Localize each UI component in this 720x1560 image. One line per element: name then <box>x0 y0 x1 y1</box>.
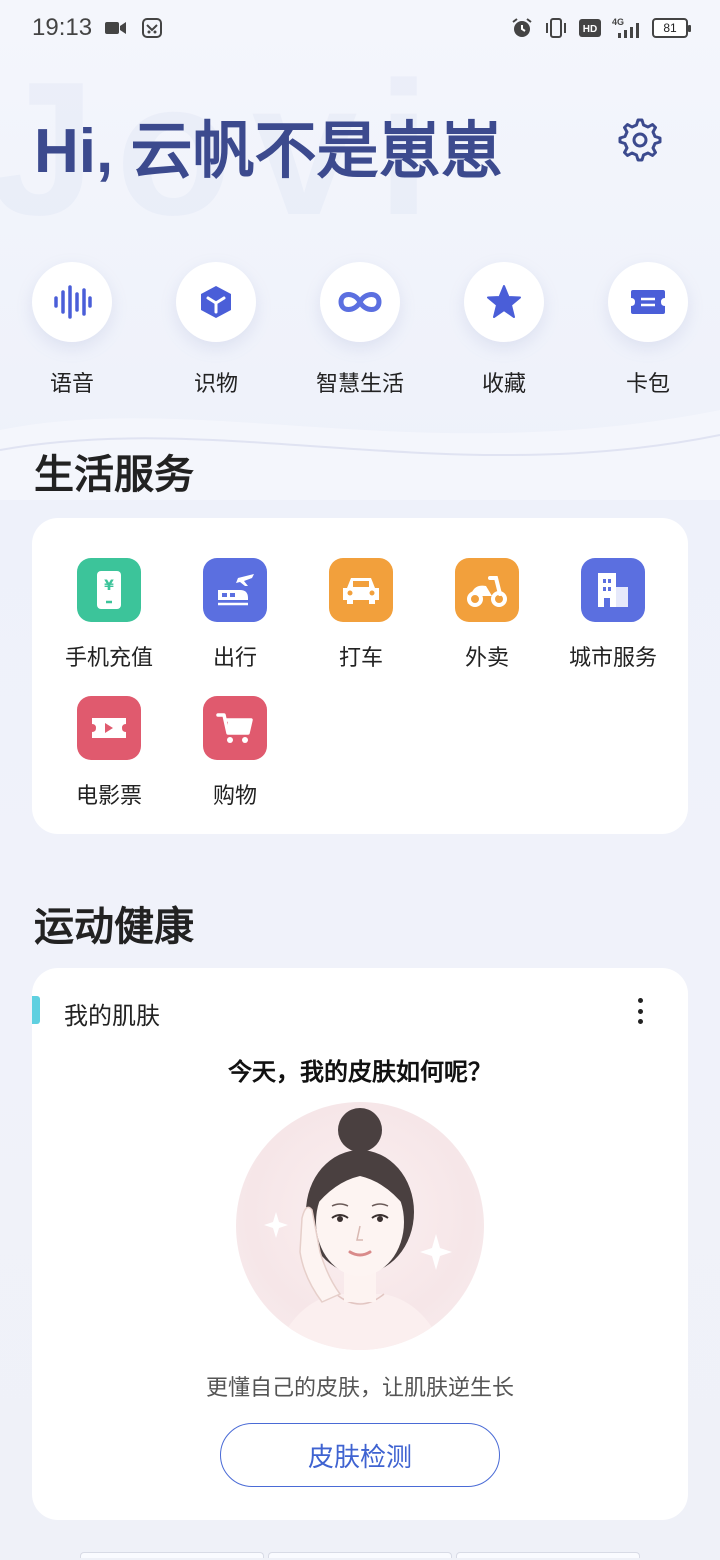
star-icon <box>464 262 544 342</box>
settings-gear-icon[interactable] <box>618 118 662 162</box>
service-taxi[interactable]: 打车 <box>296 558 426 672</box>
card-accent-bar <box>32 996 40 1024</box>
quick-label: 收藏 <box>481 372 526 397</box>
status-bar: 19:13 HD 4G 81 <box>0 0 720 56</box>
cube-icon <box>176 262 256 342</box>
bottom-tab-edge <box>268 1552 452 1558</box>
service-travel[interactable]: 出行 <box>170 558 300 672</box>
quick-label: 语音 <box>49 372 94 397</box>
bottom-page-indicator <box>80 1552 640 1558</box>
skin-illustration <box>236 1102 484 1350</box>
service-shopping[interactable]: 购物 <box>170 696 300 810</box>
quick-label: 卡包 <box>625 372 670 397</box>
infinity-icon <box>320 262 400 342</box>
bottom-tab-edge <box>456 1552 640 1558</box>
network-label: 4G <box>612 17 624 27</box>
skin-detect-button[interactable]: 皮肤检测 <box>220 1423 500 1487</box>
quick-favorites[interactable]: 收藏 <box>434 262 574 398</box>
skin-description: 更懂自己的皮肤，让肌肤逆生长 <box>205 1376 514 1401</box>
greeting-title: Hi, 云帆不是崽崽 <box>34 117 503 186</box>
voice-wave-icon <box>32 262 112 342</box>
skin-question: 今天，我的皮肤如何呢？ <box>228 1058 492 1086</box>
building-icon <box>581 558 645 622</box>
movie-ticket-icon <box>77 696 141 760</box>
quick-label: 识物 <box>193 372 238 397</box>
section-title-sports-health: 运动健康 <box>34 904 194 950</box>
vibrate-icon <box>544 16 568 40</box>
service-label: 出行 <box>212 646 257 671</box>
quick-card-wallet[interactable]: 卡包 <box>578 262 718 398</box>
service-phone-recharge[interactable]: ¥ 手机充值 <box>44 558 174 672</box>
life-services-card: ¥ 手机充值 出行 打车 外卖 城市服务 电影票 购物 <box>32 518 688 834</box>
service-city[interactable]: 城市服务 <box>548 558 678 672</box>
service-label: 外卖 <box>464 646 509 671</box>
service-label: 电影票 <box>75 784 142 809</box>
svg-text:HD: HD <box>583 24 597 35</box>
quick-actions: 语音 识物 智慧生活 收藏 卡包 <box>0 262 720 402</box>
bottom-tab-edge <box>80 1552 264 1558</box>
service-label: 打车 <box>338 646 383 671</box>
hd-icon: HD <box>578 16 602 40</box>
ticket-icon <box>608 262 688 342</box>
battery-indicator: 81 <box>652 18 691 38</box>
alarm-icon <box>510 16 534 40</box>
skin-card-title: 我的肌肤 <box>64 1002 160 1030</box>
service-label: 购物 <box>212 784 257 809</box>
quick-label: 智慧生活 <box>315 372 404 397</box>
more-options-icon[interactable] <box>628 996 652 1026</box>
service-label: 手机充值 <box>64 646 153 671</box>
quick-recognize[interactable]: 识物 <box>146 262 286 398</box>
train-plane-icon <box>203 558 267 622</box>
signal-icon: 4G <box>612 16 642 40</box>
app-notification-icon <box>140 16 164 40</box>
quick-voice[interactable]: 语音 <box>2 262 142 398</box>
phone-recharge-icon: ¥ <box>77 558 141 622</box>
service-takeout[interactable]: 外卖 <box>422 558 552 672</box>
cart-icon <box>203 696 267 760</box>
skin-card: 我的肌肤 今天，我的皮肤如何呢？ 更懂自己的皮肤，让肌肤逆生长 皮肤检测 <box>32 968 688 1520</box>
video-record-icon <box>104 16 128 40</box>
svg-text:¥: ¥ <box>104 578 114 594</box>
quick-smart-life[interactable]: 智慧生活 <box>290 262 430 398</box>
scooter-icon <box>455 558 519 622</box>
status-time: 19:13 <box>32 14 93 41</box>
service-movie-ticket[interactable]: 电影票 <box>44 696 174 810</box>
service-label: 城市服务 <box>568 646 657 671</box>
section-title-life-services: 生活服务 <box>34 452 194 498</box>
car-icon <box>329 558 393 622</box>
